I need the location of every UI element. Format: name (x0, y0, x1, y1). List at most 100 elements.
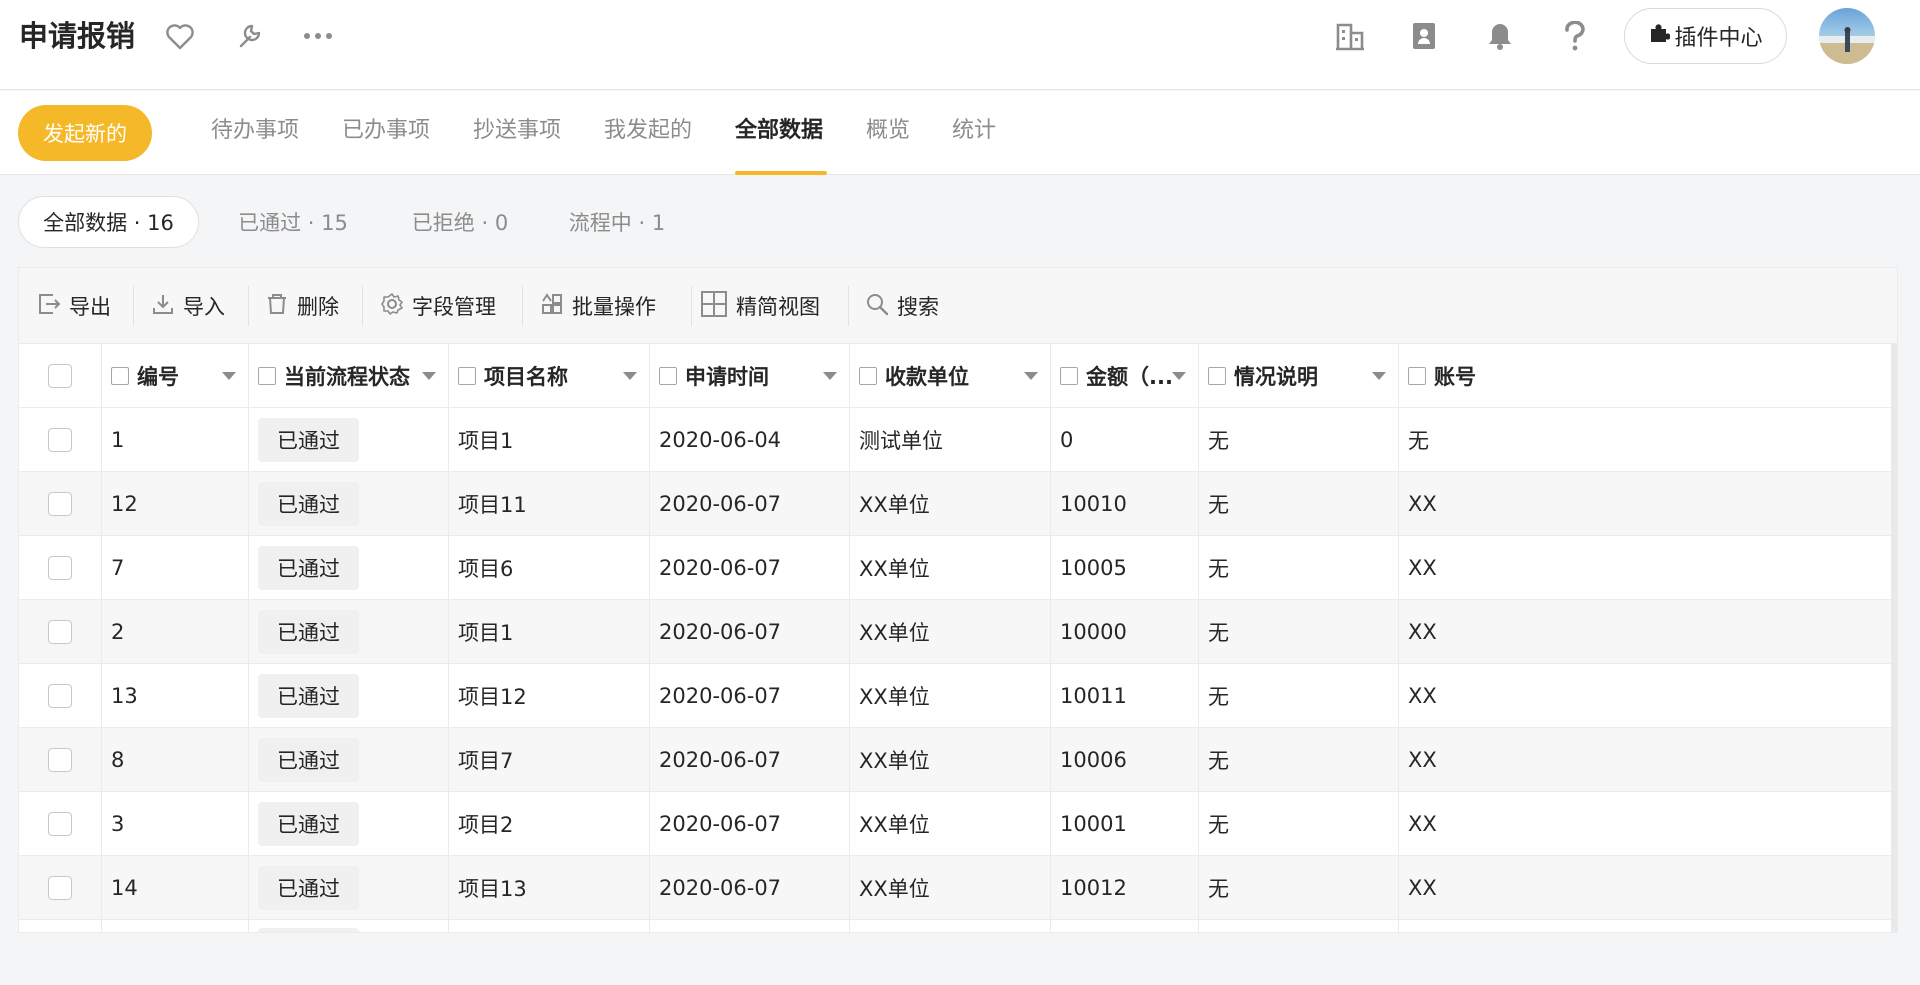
column-header-account[interactable]: 账号 (1398, 344, 1897, 407)
filter-in-progress[interactable]: 流程中 · 1 (556, 196, 678, 248)
column-header-id[interactable]: 编号 (101, 344, 248, 407)
caret-down-icon[interactable] (623, 372, 637, 380)
contacts-book-icon[interactable] (1406, 18, 1442, 54)
cell-payee[interactable]: XX单位 (849, 536, 1050, 599)
cell-date[interactable]: 2020-06-07 (649, 472, 849, 535)
filter-rejected[interactable]: 已拒绝 · 0 (396, 196, 524, 248)
cell-payee[interactable]: XX单位 (849, 728, 1050, 791)
tab-all-data[interactable]: 全部数据 (735, 115, 823, 147)
cell-description[interactable]: 无 (1198, 472, 1398, 535)
cell-payee[interactable]: XX单位 (849, 856, 1050, 919)
search-button[interactable]: 搜索 (865, 288, 939, 324)
table-row[interactable]: 12 已通过 项目11 2020-06-07 XX单位 10010 无 XX (19, 472, 1897, 536)
cell-date[interactable]: 2020-06-07 (649, 792, 849, 855)
cell-amount[interactable]: 10011 (1050, 664, 1198, 727)
delete-button[interactable]: 删除 (265, 288, 339, 324)
column-header-status[interactable]: 当前流程状态 (248, 344, 448, 407)
row-checkbox[interactable] (48, 683, 72, 708)
cell-date[interactable]: 2020-06-07 (649, 536, 849, 599)
cell-description[interactable]: 无 (1198, 664, 1398, 727)
export-button[interactable]: 导出 (37, 288, 111, 324)
cell-account[interactable]: XX (1398, 472, 1897, 535)
cell-status[interactable]: 已通过 (248, 664, 448, 727)
cell-payee[interactable]: XX单位 (849, 472, 1050, 535)
column-header-description[interactable]: 情况说明 (1198, 344, 1398, 407)
filter-approved[interactable]: 已通过 · 15 (222, 196, 364, 248)
cell-id[interactable]: 2 (101, 600, 248, 663)
compact-view-button[interactable]: 精简视图 (700, 288, 820, 324)
cell-project[interactable]: 项目6 (448, 536, 649, 599)
cell-date[interactable]: 2020-06-04 (649, 408, 849, 471)
cell-status[interactable]: 已通过 (248, 600, 448, 663)
create-new-button[interactable]: 发起新的 (18, 105, 152, 161)
cell-project[interactable]: 项目13 (448, 856, 649, 919)
cell-account[interactable]: XX (1398, 728, 1897, 791)
cell-id[interactable]: 12 (101, 472, 248, 535)
cell-date[interactable]: 2020-06-07 (649, 728, 849, 791)
row-checkbox[interactable] (48, 491, 72, 516)
user-avatar[interactable] (1819, 8, 1875, 64)
caret-down-icon[interactable] (823, 372, 837, 380)
plugin-center-button[interactable]: 插件中心 (1624, 8, 1787, 64)
help-question-icon[interactable] (1557, 18, 1593, 54)
cell-description[interactable]: 无 (1198, 856, 1398, 919)
table-row[interactable]: 2 已通过 项目1 2020-06-07 XX单位 10000 无 XX (19, 600, 1897, 664)
cell-status[interactable]: 已通过 (248, 408, 448, 471)
field-management-button[interactable]: 字段管理 (380, 288, 496, 324)
cell-status[interactable]: 已通过 (248, 792, 448, 855)
cell-date[interactable]: 2020-06-07 (649, 600, 849, 663)
cell-description[interactable]: 无 (1198, 728, 1398, 791)
more-options-icon[interactable] (300, 18, 336, 54)
wrench-settings-icon[interactable] (231, 18, 267, 54)
cell-description[interactable]: 无 (1198, 792, 1398, 855)
caret-down-icon[interactable] (1172, 372, 1186, 380)
row-checkbox[interactable] (48, 555, 72, 580)
cell-id[interactable]: 8 (101, 728, 248, 791)
row-checkbox[interactable] (48, 427, 72, 452)
row-checkbox[interactable] (48, 875, 72, 900)
tab-overview[interactable]: 概览 (866, 115, 910, 147)
cell-amount[interactable]: 10005 (1050, 536, 1198, 599)
cell-id[interactable]: 7 (101, 536, 248, 599)
cell-id[interactable]: 14 (101, 856, 248, 919)
favorite-heart-icon[interactable] (162, 18, 198, 54)
cell-account[interactable]: XX (1398, 600, 1897, 663)
cell-account[interactable]: 无 (1398, 408, 1897, 471)
cell-status[interactable]: 已通过 (248, 728, 448, 791)
cell-date[interactable]: 2020-06-07 (649, 664, 849, 727)
row-checkbox[interactable] (48, 811, 72, 836)
cell-payee[interactable]: 测试单位 (849, 408, 1050, 471)
cell-description[interactable]: 无 (1198, 536, 1398, 599)
table-row[interactable]: 7 已通过 项目6 2020-06-07 XX单位 10005 无 XX (19, 536, 1897, 600)
cell-project[interactable]: 项目11 (448, 472, 649, 535)
notification-bell-icon[interactable] (1482, 18, 1518, 54)
tab-todo[interactable]: 待办事项 (211, 115, 299, 147)
cell-project[interactable]: 项目12 (448, 664, 649, 727)
column-header-date[interactable]: 申请时间 (649, 344, 849, 407)
import-button[interactable]: 导入 (151, 288, 225, 324)
cell-amount[interactable]: 0 (1050, 408, 1198, 471)
cell-project[interactable]: 项目1 (448, 600, 649, 663)
tab-cc[interactable]: 抄送事项 (473, 115, 561, 147)
cell-id[interactable]: 13 (101, 664, 248, 727)
cell-account[interactable]: XX (1398, 664, 1897, 727)
select-all-checkbox[interactable] (48, 363, 72, 388)
cell-status[interactable]: 已通过 (248, 856, 448, 919)
cell-payee[interactable]: XX单位 (849, 792, 1050, 855)
cell-account[interactable]: XX (1398, 856, 1897, 919)
cell-account[interactable]: XX (1398, 792, 1897, 855)
horizontal-scroll-edge[interactable] (1891, 344, 1897, 932)
column-header-amount[interactable]: 金额（... (1050, 344, 1198, 407)
cell-project[interactable]: 项目1 (448, 408, 649, 471)
table-row[interactable]: 8 已通过 项目7 2020-06-07 XX单位 10006 无 XX (19, 728, 1897, 792)
row-checkbox[interactable] (48, 619, 72, 644)
cell-id[interactable]: 1 (101, 408, 248, 471)
column-header-project[interactable]: 项目名称 (448, 344, 649, 407)
cell-description[interactable]: 无 (1198, 408, 1398, 471)
cell-date[interactable]: 2020-06-07 (649, 856, 849, 919)
caret-down-icon[interactable] (222, 372, 236, 380)
tab-statistics[interactable]: 统计 (952, 115, 996, 147)
cell-amount[interactable]: 10010 (1050, 472, 1198, 535)
table-row[interactable]: 14 已通过 项目13 2020-06-07 XX单位 10012 无 XX (19, 856, 1897, 920)
tab-initiated[interactable]: 我发起的 (604, 115, 692, 147)
